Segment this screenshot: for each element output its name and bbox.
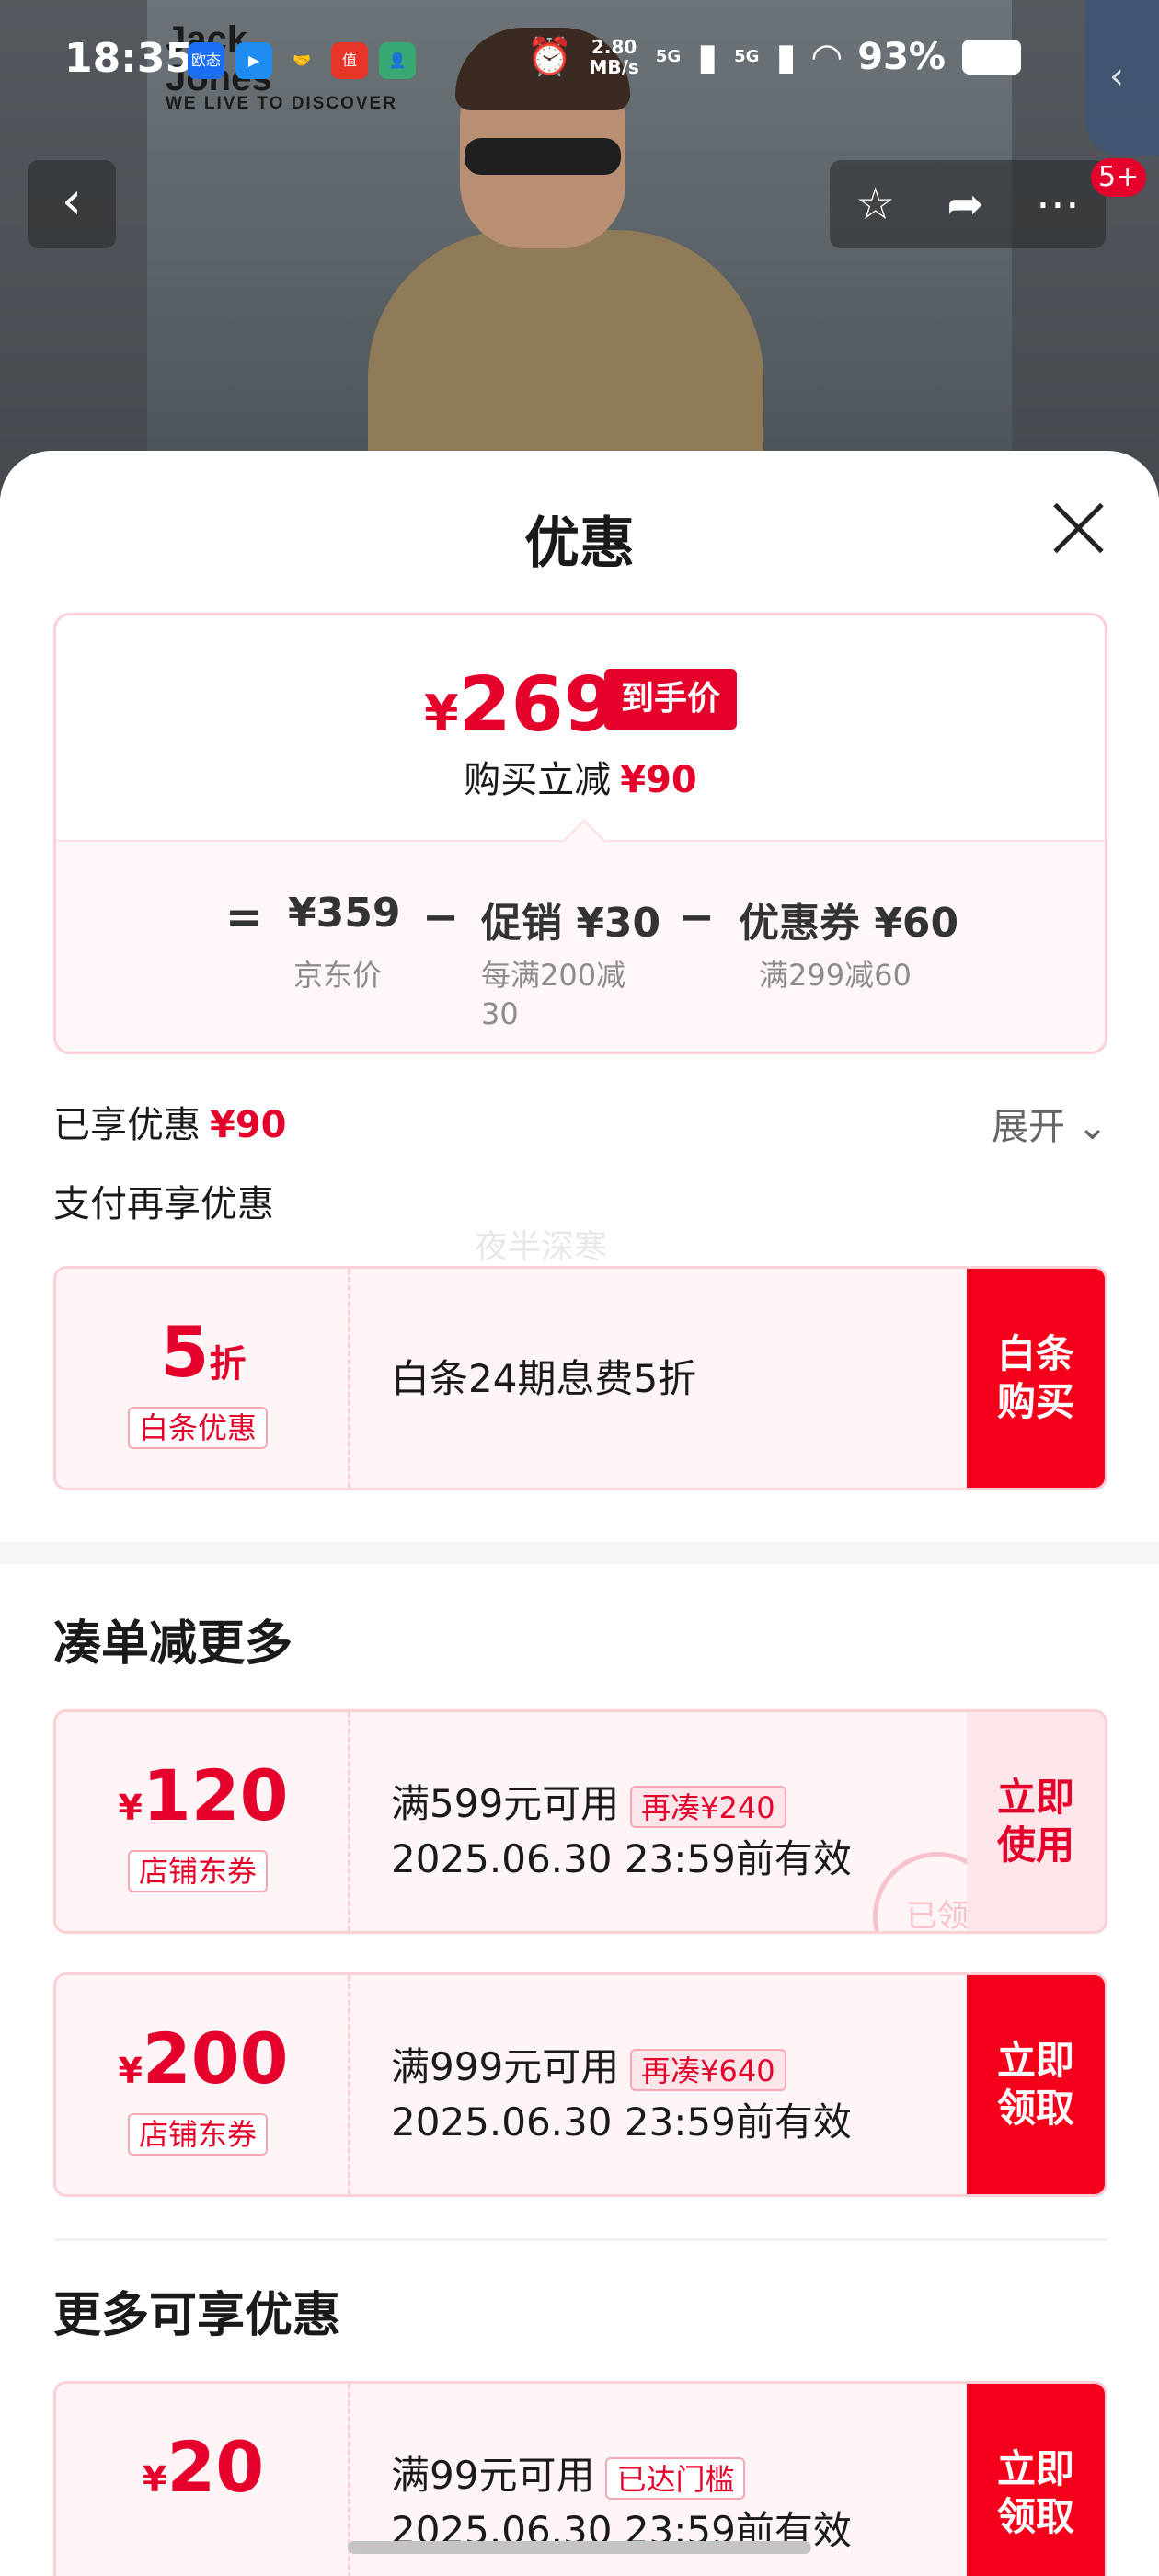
final-price-tag: 到手价 (604, 669, 738, 730)
battery-percent: 93% (857, 35, 946, 78)
coupon-description: 白条24期息费5折 (391, 1356, 697, 1401)
coupon-description: 满599元可用 再凑¥240 2025.06.30 23:59前有效 (391, 1777, 852, 1887)
baitiao-offer-card: 5折 白条优惠 白条24期息费5折 白条购买 (53, 1266, 1107, 1490)
promo-detail: 每满200减 30 (481, 958, 626, 1031)
price-summary: ¥269 到手价 购买立减 ¥90 (56, 615, 1105, 840)
reduction-line: 购买立减 ¥90 (464, 759, 697, 801)
claim-coupon-button[interactable]: 立即领取 (967, 1975, 1105, 2194)
coupon-card: ¥120 店铺东券 满599元可用 再凑¥240 2025.06.30 23:59… (53, 1709, 1107, 1934)
coupon-threshold-pill: 已达门槛 (605, 2456, 746, 2500)
coupon-validity: 2025.06.30 23:59前有效 (391, 1836, 852, 1881)
share-icon[interactable]: ➦ (947, 178, 983, 230)
coupon-gap-pill: 再凑¥640 (630, 2048, 786, 2091)
app-icon: 值 (331, 42, 368, 79)
signal-label: 5G (655, 47, 682, 66)
sheet-title: 优惠 (524, 512, 635, 576)
section-title: 凑单减更多 (53, 1616, 293, 1672)
equals-sign: = (225, 891, 263, 943)
home-indicator[interactable] (348, 2541, 811, 2554)
jd-price-label: 京东价 (293, 958, 383, 993)
coupon-amount: ¥120 (118, 1754, 289, 1836)
network-speed: 2.80 MB/s (589, 35, 639, 78)
coupon-kind-tag: 店铺东券 (128, 2113, 269, 2156)
coupon-kind-tag: 白条优惠 (128, 1407, 269, 1449)
status-right-group: ⏰ 2.80 MB/s 5G ▮ 5G ▮ ◠ 93% (527, 35, 1021, 78)
coupon-card: ¥200 店铺东券 满999元可用 再凑¥640 2025.06.30 23:59… (53, 1972, 1107, 2197)
coupon-description: 满999元可用 再凑¥640 2025.06.30 23:59前有效 (391, 2040, 852, 2150)
coupon-amount: ¥20 (142, 2426, 265, 2508)
expand-button[interactable]: 展开 ⌄ (992, 1097, 1107, 1150)
status-bar: 18:35 欧态 ▶ 🤝 值 👤 ⏰ 2.80 MB/s 5G ▮ 5G ▮ ◠… (0, 0, 1159, 129)
minus-sign: − (678, 891, 716, 943)
enjoyed-discount: 已享优惠 ¥90 (53, 1104, 287, 1146)
wifi-icon: ◠ (812, 35, 842, 78)
status-time: 18:35 (64, 35, 194, 82)
signal-bars-icon: ▮ (775, 35, 797, 78)
coupon-detail: 满299减60 (759, 958, 912, 993)
baitiao-buy-button[interactable]: 白条购买 (967, 1269, 1105, 1488)
pay-more-label: 支付再享优惠 (53, 1183, 274, 1225)
section-title: 更多可享优惠 (53, 2288, 341, 2343)
claim-coupon-button[interactable]: 立即领取 (967, 2384, 1105, 2576)
app-icon: ▶ (235, 42, 272, 79)
alarm-icon: ⏰ (526, 36, 573, 78)
coupon-amount: 5折 (160, 1311, 247, 1393)
floating-side-tab[interactable]: ‹ (1085, 0, 1159, 156)
nav-action-group: ☆ ➦ ⋯ (830, 160, 1106, 248)
signal-label: 5G (734, 47, 760, 66)
coupon-amount: ¥200 (118, 2018, 289, 2099)
model-sunglasses (465, 138, 621, 175)
discount-sheet: 优惠 ¥269 到手价 购买立减 ¥90 = ¥359 京东价 − 促销 ¥30 … (0, 451, 1159, 2576)
app-icon: 欧态 (188, 42, 224, 79)
section-divider (0, 1542, 1159, 1564)
notification-app-icons: 欧态 ▶ 🤝 值 👤 (188, 42, 416, 79)
battery-icon (962, 39, 1021, 75)
price-breakdown-card: ¥269 到手价 购买立减 ¥90 = ¥359 京东价 − 促销 ¥30 每满2… (53, 613, 1107, 1054)
minus-sign: − (422, 891, 460, 943)
chevron-left-icon: ‹ (1109, 55, 1124, 98)
coupon-gap-pill: 再凑¥240 (630, 1785, 786, 1828)
more-icon[interactable]: ⋯ (1036, 178, 1080, 230)
message-badge: 5+ (1091, 158, 1147, 197)
star-icon[interactable]: ☆ (855, 178, 895, 230)
section-separator (53, 2238, 1107, 2241)
use-coupon-button[interactable]: 立即使用 (967, 1712, 1105, 1931)
chevron-left-icon: ‹ (61, 171, 83, 231)
app-icon: 👤 (379, 42, 416, 79)
coupon-validity: 2025.06.30 23:59前有效 (391, 2099, 852, 2145)
coupon-amount: 优惠券 ¥60 (739, 900, 959, 947)
promo-amount: 促销 ¥30 (481, 900, 661, 947)
app-icon: 🤝 (293, 52, 311, 69)
close-icon[interactable] (1049, 499, 1107, 558)
final-price: ¥269 (424, 661, 616, 749)
watermark: 夜半深寒 (475, 1228, 608, 1266)
jd-price: ¥359 (288, 890, 401, 937)
signal-bars-icon: ▮ (697, 35, 718, 78)
back-button[interactable]: ‹ (28, 160, 116, 248)
coupon-kind-tag: 店铺东券 (128, 1850, 269, 1892)
